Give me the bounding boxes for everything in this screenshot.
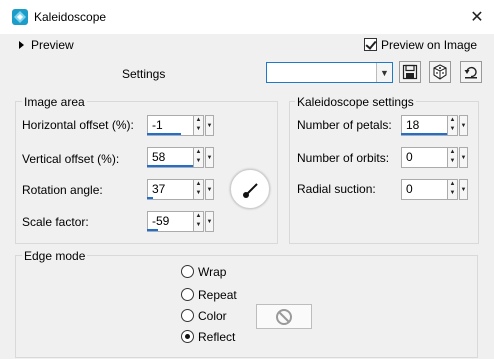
edge-mode-repeat-radio[interactable] bbox=[181, 288, 194, 301]
close-icon: ✕ bbox=[470, 9, 484, 26]
reset-icon bbox=[464, 66, 477, 79]
edge-mode-wrap-radio[interactable] bbox=[181, 265, 194, 278]
radial-suction-menu-button[interactable]: ▼ bbox=[459, 179, 468, 200]
rotation-angle-spinner[interactable]: ▲ ▼ bbox=[193, 179, 204, 200]
kaleidoscope-app-icon bbox=[12, 9, 28, 25]
edge-mode-reflect-label[interactable]: Reflect bbox=[198, 330, 235, 344]
radial-suction-spinner[interactable]: ▲ ▼ bbox=[447, 179, 458, 200]
settings-label: Settings bbox=[122, 67, 166, 81]
preview-on-image-label[interactable]: Preview on Image bbox=[381, 38, 477, 52]
radial-suction-label: Radial suction: bbox=[297, 182, 376, 196]
image-area-title: Image area bbox=[22, 95, 87, 109]
edge-mode-repeat-label[interactable]: Repeat bbox=[198, 288, 237, 302]
vertical-offset-label: Vertical offset (%): bbox=[22, 152, 120, 166]
rotation-angle-label: Rotation angle: bbox=[22, 183, 103, 197]
randomize-button[interactable] bbox=[429, 61, 451, 83]
settings-preset-dropdown[interactable]: ▼ bbox=[266, 62, 393, 83]
edge-mode-color-radio[interactable] bbox=[181, 309, 194, 322]
edge-mode-color-label[interactable]: Color bbox=[198, 309, 227, 323]
vertical-offset-level-bar bbox=[147, 165, 194, 167]
preview-toggle-label[interactable]: Preview bbox=[31, 38, 74, 52]
edge-color-swatch[interactable] bbox=[256, 304, 312, 329]
number-of-orbits-label: Number of orbits: bbox=[297, 151, 390, 165]
horizontal-offset-level-bar bbox=[147, 133, 181, 135]
scale-factor-spinner[interactable]: ▲ ▼ bbox=[193, 211, 204, 232]
number-of-petals-spinner[interactable]: ▲ ▼ bbox=[447, 115, 458, 136]
edge-mode-wrap-label[interactable]: Wrap bbox=[198, 265, 226, 279]
edge-mode-title: Edge mode bbox=[22, 249, 88, 263]
save-icon bbox=[402, 64, 418, 80]
number-of-orbits-spinner[interactable]: ▲ ▼ bbox=[447, 147, 458, 168]
close-button[interactable]: ✕ bbox=[464, 4, 490, 30]
number-of-petals-label: Number of petals: bbox=[297, 118, 392, 132]
rotation-angle-menu-button[interactable]: ▼ bbox=[205, 179, 214, 200]
edge-mode-group bbox=[15, 255, 478, 358]
vertical-offset-spinner[interactable]: ▲ ▼ bbox=[193, 147, 204, 168]
dial-needle-icon bbox=[243, 183, 258, 198]
expand-preview-icon[interactable] bbox=[19, 41, 24, 49]
edge-mode-reflect-radio[interactable] bbox=[181, 330, 194, 343]
chevron-down-icon[interactable]: ▼ bbox=[376, 63, 392, 82]
save-preset-button[interactable] bbox=[399, 61, 421, 83]
vertical-offset-menu-button[interactable]: ▼ bbox=[205, 147, 214, 168]
horizontal-offset-label: Horizontal offset (%): bbox=[22, 118, 134, 132]
scale-factor-level-bar bbox=[147, 229, 158, 231]
number-of-orbits-input[interactable]: 0 bbox=[401, 147, 451, 168]
number-of-orbits-menu-button[interactable]: ▼ bbox=[459, 147, 468, 168]
randomize-icon bbox=[433, 64, 447, 80]
rotation-angle-dial[interactable] bbox=[230, 169, 270, 209]
disabled-icon bbox=[276, 308, 292, 325]
number-of-petals-menu-button[interactable]: ▼ bbox=[459, 115, 468, 136]
radial-suction-input[interactable]: 0 bbox=[401, 179, 451, 200]
rotation-angle-input[interactable]: 37 bbox=[147, 179, 197, 200]
preview-on-image-checkbox[interactable] bbox=[364, 38, 377, 51]
rotation-angle-level-bar bbox=[147, 197, 153, 199]
reset-defaults-button[interactable] bbox=[460, 61, 482, 83]
kaleidoscope-settings-title: Kaleidoscope settings bbox=[295, 95, 416, 109]
horizontal-offset-menu-button[interactable]: ▼ bbox=[205, 115, 214, 136]
scale-factor-label: Scale factor: bbox=[22, 215, 89, 229]
horizontal-offset-spinner[interactable]: ▲ ▼ bbox=[193, 115, 204, 136]
scale-factor-menu-button[interactable]: ▼ bbox=[205, 211, 214, 232]
window-title: Kaleidoscope bbox=[34, 10, 107, 24]
number-of-petals-level-bar bbox=[401, 133, 448, 135]
